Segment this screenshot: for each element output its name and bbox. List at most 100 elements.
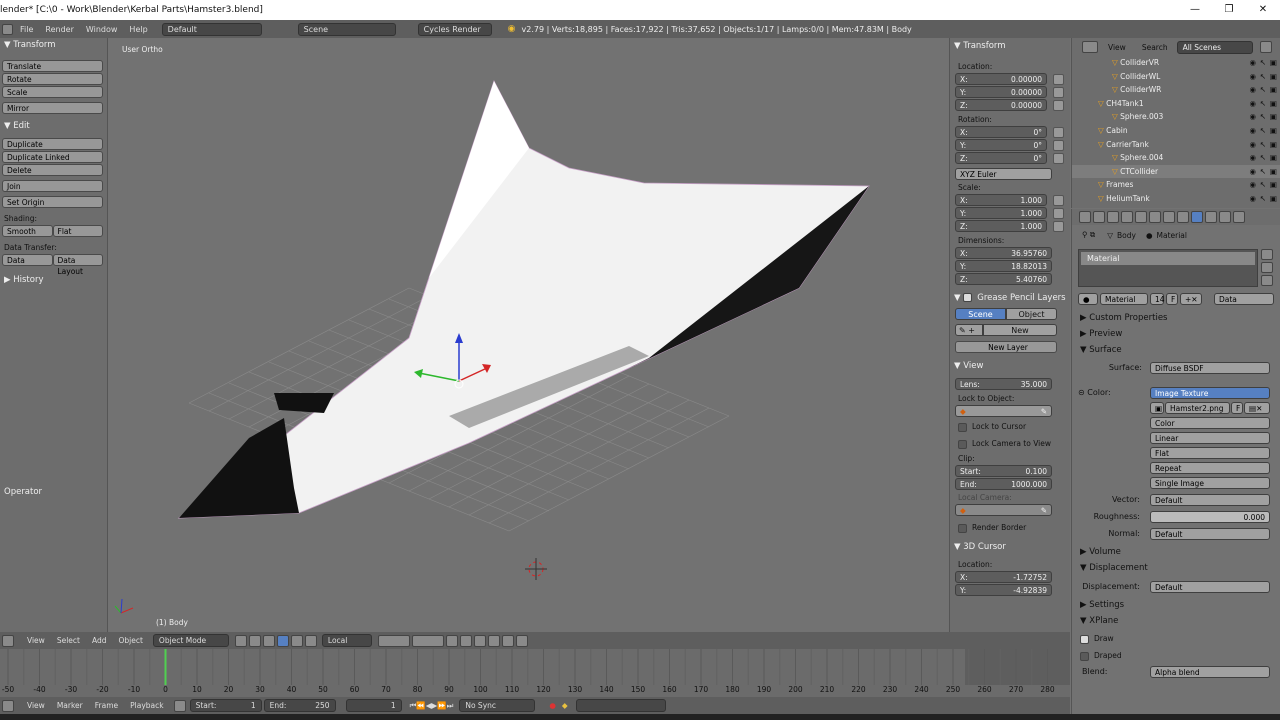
render-camera-icon[interactable]: ▣ xyxy=(1270,151,1277,165)
scene-tab-icon[interactable] xyxy=(1107,211,1119,223)
lock-icon[interactable] xyxy=(1053,152,1064,164)
outliner-row[interactable]: ▽ Frames ◉ ↖ ▣ xyxy=(1072,178,1280,192)
interpolation-select[interactable]: Linear xyxy=(1150,432,1270,444)
visibility-eye-icon[interactable]: ◉ xyxy=(1249,110,1256,124)
lock-camera-option[interactable]: Lock Camera to View xyxy=(950,437,1070,450)
outliner-row[interactable]: ▽ CH4Tank1 ◉ ↖ ▣ xyxy=(1072,97,1280,111)
material-slot-item[interactable]: Material xyxy=(1081,252,1255,265)
scale-y-field[interactable]: Y: 1.000 xyxy=(955,207,1047,219)
lock-icon[interactable] xyxy=(1053,207,1064,219)
panel-operator-header[interactable]: Operator xyxy=(0,485,107,499)
viewport-menu-select[interactable]: Select xyxy=(51,636,86,645)
translate-manipulator-icon[interactable] xyxy=(276,634,289,647)
interaction-mode-select[interactable]: Object Mode xyxy=(152,634,229,647)
outliner-display-select[interactable]: All Scenes xyxy=(1176,40,1253,54)
render-camera-icon[interactable]: ▣ xyxy=(1270,56,1277,70)
editor-type-icon[interactable] xyxy=(2,634,14,647)
selectable-arrow-icon[interactable]: ↖ xyxy=(1260,83,1266,97)
render-camera-icon[interactable]: ▣ xyxy=(1270,83,1277,97)
texture-tab-icon[interactable] xyxy=(1205,211,1217,223)
visibility-eye-icon[interactable]: ◉ xyxy=(1249,165,1256,179)
maximize-button[interactable]: ❐ xyxy=(1212,0,1246,20)
data-button[interactable]: Data xyxy=(2,254,53,266)
object-tab-icon[interactable] xyxy=(1135,211,1147,223)
3d-cursor-header[interactable]: ▼ 3D Cursor xyxy=(950,540,1070,554)
lock-icon[interactable] xyxy=(1053,194,1064,206)
displacement-panel[interactable]: ▼ Displacement xyxy=(1072,560,1280,576)
gp-object-tab[interactable]: Object xyxy=(1006,308,1057,320)
selectable-arrow-icon[interactable]: ↖ xyxy=(1260,151,1266,165)
lock-icon[interactable] xyxy=(1053,86,1064,98)
timeline-menu-marker[interactable]: Marker xyxy=(51,701,89,710)
flat-button[interactable]: Flat xyxy=(52,225,103,237)
rotate-button[interactable]: Rotate xyxy=(2,73,103,85)
duplicate-linked-button[interactable]: Duplicate Linked xyxy=(2,151,103,163)
jump-end-icon[interactable]: ⏭ xyxy=(447,701,454,711)
search-icon[interactable] xyxy=(1259,41,1272,53)
outliner-row[interactable]: ▽ CTCollider ◉ ↖ ▣ xyxy=(1072,164,1280,179)
record-icon[interactable]: ● xyxy=(549,701,556,710)
slot-menu-icon[interactable] xyxy=(1261,275,1273,286)
shading-mode-icon[interactable] xyxy=(234,634,247,647)
keying-set-select[interactable] xyxy=(575,699,666,712)
draped-checkbox[interactable] xyxy=(1080,651,1089,661)
timeline-menu-view[interactable]: View xyxy=(21,701,51,710)
selectable-arrow-icon[interactable]: ↖ xyxy=(1260,56,1266,70)
lock-icon[interactable] xyxy=(1053,126,1064,138)
dimensions-x-field[interactable]: X: 36.95760 xyxy=(955,247,1052,259)
custom-properties-panel[interactable]: ▶ Custom Properties xyxy=(1072,310,1280,326)
blend-select[interactable]: Alpha blend xyxy=(1150,665,1270,678)
material-tab-icon[interactable] xyxy=(1191,211,1203,223)
lock-to-cursor-option[interactable]: Lock to Cursor xyxy=(950,420,1070,433)
duplicate-button[interactable]: Duplicate xyxy=(2,138,103,150)
scene-select[interactable]: Scene xyxy=(297,22,396,36)
timeline-menu-frame[interactable]: Frame xyxy=(89,701,124,710)
viewport-menu-add[interactable]: Add xyxy=(86,636,113,645)
layers-tab-icon[interactable] xyxy=(1093,211,1105,223)
sync-mode-select[interactable]: No Sync xyxy=(459,699,536,712)
visibility-eye-icon[interactable]: ◉ xyxy=(1249,56,1256,70)
xplane-panel[interactable]: ▼ XPlane xyxy=(1072,613,1280,629)
location-y-field[interactable]: Y: 0.00000 xyxy=(955,86,1047,98)
outliner-row[interactable]: ▽ CarrierTank ◉ ↖ ▣ xyxy=(1072,138,1280,152)
gp-new-layer-button[interactable]: New Layer xyxy=(955,341,1057,353)
fake-user-button[interactable]: F xyxy=(1166,293,1178,305)
editor-type-icon[interactable] xyxy=(2,699,14,712)
clip-start-field[interactable]: Start: 0.100 xyxy=(955,465,1052,477)
preview-range-icon[interactable] xyxy=(173,699,186,712)
rotation-x-field[interactable]: X: 0° xyxy=(955,126,1047,138)
menu-help[interactable]: Help xyxy=(123,25,153,34)
visibility-eye-icon[interactable]: ◉ xyxy=(1249,151,1256,165)
gp-scene-tab[interactable]: Scene xyxy=(955,308,1006,320)
panel-history-header[interactable]: ▶ History xyxy=(0,273,107,287)
prev-keyframe-icon[interactable]: ⏪ xyxy=(416,701,425,710)
render-camera-icon[interactable]: ▣ xyxy=(1270,70,1277,84)
cursor-y-field[interactable]: Y: -4.92839 xyxy=(955,584,1052,596)
draw-option[interactable]: Draw xyxy=(1072,632,1280,645)
pivot-icon[interactable] xyxy=(248,634,261,647)
cursor-x-field[interactable]: X: -1.72752 xyxy=(955,571,1052,583)
view-panel-header[interactable]: ▼ View xyxy=(950,359,1070,373)
local-camera-field[interactable]: ◆ ✎ xyxy=(955,504,1052,516)
lock-object-field[interactable]: ◆ ✎ xyxy=(955,405,1052,417)
manipulator-icon[interactable] xyxy=(262,634,275,647)
location-x-field[interactable]: X: 0.00000 xyxy=(955,73,1047,85)
selectable-arrow-icon[interactable]: ↖ xyxy=(1260,178,1266,192)
lock-icon[interactable] xyxy=(1053,99,1064,111)
visibility-eye-icon[interactable]: ◉ xyxy=(1249,124,1256,138)
outliner-row[interactable]: ▽ ColliderWL ◉ ↖ ▣ xyxy=(1072,70,1280,84)
remove-slot-icon[interactable] xyxy=(1261,262,1273,273)
layers-grid-icon[interactable] xyxy=(377,634,410,647)
volume-panel[interactable]: ▶ Volume xyxy=(1072,544,1280,560)
snap-element-icon[interactable] xyxy=(487,634,500,647)
jump-start-icon[interactable]: ⏮ xyxy=(410,701,417,711)
preview-panel[interactable]: ▶ Preview xyxy=(1072,326,1280,342)
pin-icon[interactable]: ⚲ ⧉ xyxy=(1082,230,1095,240)
render-camera-icon[interactable]: ▣ xyxy=(1270,138,1277,152)
material-users-count[interactable]: 14 xyxy=(1150,293,1165,305)
outliner-row[interactable]: ▽ Sphere.003 ◉ ↖ ▣ xyxy=(1072,110,1280,124)
displacement-select[interactable]: Default xyxy=(1150,580,1270,593)
end-frame-field[interactable]: End: 250 xyxy=(263,699,336,712)
rotate-manipulator-icon[interactable] xyxy=(290,634,303,647)
render-camera-icon[interactable]: ▣ xyxy=(1270,192,1277,206)
